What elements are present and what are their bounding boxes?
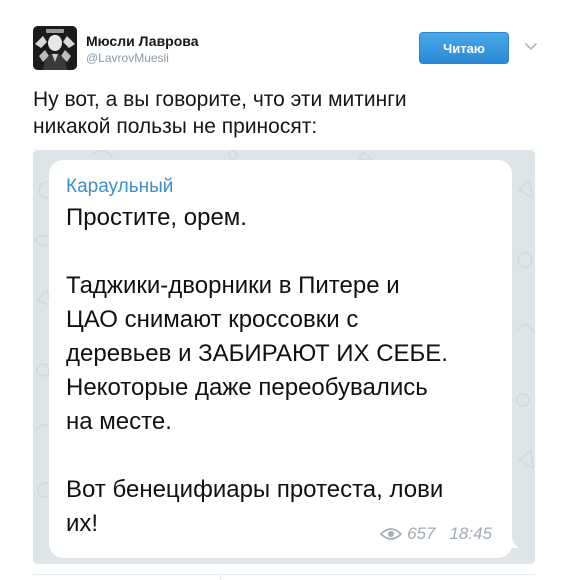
following-button[interactable]: Читаю bbox=[419, 32, 509, 64]
message-meta: 657 18:45 bbox=[380, 524, 492, 544]
author-name[interactable]: Мюсли Лаврова bbox=[86, 33, 199, 50]
tweet: Мюсли Лаврова @LavrovMuesli Читаю Ну вот… bbox=[0, 0, 567, 580]
avatar[interactable] bbox=[33, 26, 77, 70]
message-text: Простите, орем. Таджики-дворники в Питер… bbox=[66, 204, 448, 537]
author-handle[interactable]: @LavrovMuesli bbox=[86, 51, 199, 66]
eye-icon bbox=[380, 527, 403, 541]
divider bbox=[33, 574, 535, 575]
tweet-media-image[interactable]: Караульный Простите, орем. Таджики-дворн… bbox=[33, 150, 535, 564]
message-time: 18:45 bbox=[449, 524, 492, 543]
view-count: 657 bbox=[407, 524, 436, 543]
chat-message-bubble: Караульный Простите, орем. Таджики-дворн… bbox=[49, 160, 512, 558]
tweet-text: Ну вот, а вы говорите, что эти митинги н… bbox=[33, 88, 407, 138]
channel-name: Караульный bbox=[66, 176, 174, 197]
bubble-tail bbox=[507, 526, 519, 548]
author-block[interactable]: Мюсли Лаврова @LavrovMuesli bbox=[86, 33, 199, 66]
divider-tick bbox=[220, 574, 221, 580]
chevron-down-icon[interactable] bbox=[522, 38, 540, 56]
